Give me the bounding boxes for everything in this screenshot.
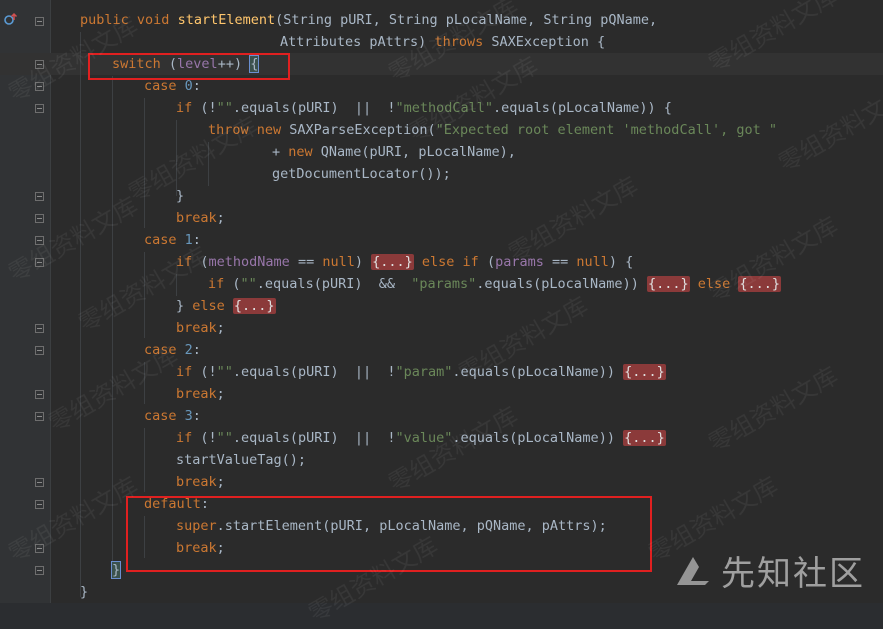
indent-guide <box>144 98 145 228</box>
code-line: getDocumentLocator()); <box>272 166 451 182</box>
brand-text: 先知社区 <box>721 554 865 594</box>
folded-block[interactable]: {...} <box>738 276 782 292</box>
fold-marker-icon[interactable] <box>35 214 44 223</box>
code-line: case 3: <box>144 408 201 424</box>
code-line: break; <box>176 320 225 336</box>
code-line: if (!"".equals(pURI) || !"param".equals(… <box>176 364 666 380</box>
code-line: if (!"".equals(pURI) || !"methodCall".eq… <box>176 100 672 116</box>
folded-block[interactable]: {...} <box>371 254 414 270</box>
indent-guide <box>208 142 209 186</box>
fold-marker-icon[interactable] <box>35 544 44 553</box>
fold-marker-icon[interactable] <box>35 104 44 113</box>
folded-block[interactable]: {...} <box>623 430 666 446</box>
indent-guide <box>176 274 177 296</box>
highlight-box-switch <box>88 53 290 80</box>
fold-marker-icon[interactable] <box>35 478 44 487</box>
fold-marker-icon[interactable] <box>35 324 44 333</box>
fold-marker-icon[interactable] <box>35 82 44 91</box>
indent-guide <box>80 32 81 597</box>
code-line: if ("".equals(pURI) && "params".equals(p… <box>208 276 782 292</box>
code-line: if (!"".equals(pURI) || !"value".equals(… <box>176 430 666 446</box>
code-line: break; <box>176 386 225 402</box>
indent-guide <box>144 362 145 404</box>
code-line: public void startElement(String pURI, St… <box>80 12 658 28</box>
code-line: break; <box>176 210 225 226</box>
fold-marker-icon[interactable] <box>35 390 44 399</box>
folded-block[interactable]: {...} <box>232 298 276 314</box>
fold-marker-icon[interactable] <box>35 412 44 421</box>
fold-marker-icon[interactable] <box>35 500 44 509</box>
brand-logo-icon <box>677 556 709 585</box>
brand-watermark: 先知社区 <box>673 546 865 595</box>
code-line: + new QName(pURI, pLocalName), <box>272 144 516 160</box>
indent-guide <box>112 76 113 566</box>
code-line: throw new SAXParseException("Expected ro… <box>208 122 777 138</box>
code-line: case 1: <box>144 232 201 248</box>
indent-guide <box>144 252 145 338</box>
code-line: } else {...} <box>176 298 276 314</box>
code-line: } <box>80 584 89 600</box>
code-line: break; <box>176 474 225 490</box>
folded-block[interactable]: {...} <box>646 276 690 292</box>
highlight-box-default <box>126 496 652 572</box>
fold-marker-icon[interactable] <box>35 236 44 245</box>
code-line: case 2: <box>144 342 201 358</box>
fold-marker-icon[interactable] <box>35 258 44 267</box>
fold-marker-icon[interactable] <box>35 566 44 575</box>
fold-marker-icon[interactable] <box>35 60 44 69</box>
fold-marker-icon[interactable] <box>35 17 44 26</box>
code-line: if (methodName == null) {...} else if (p… <box>176 254 634 270</box>
folded-block[interactable]: {...} <box>623 364 666 380</box>
fold-marker-icon[interactable] <box>35 346 44 355</box>
indent-guide <box>144 428 145 492</box>
code-line: } <box>110 561 122 579</box>
code-line: Attributes pAttrs) throws SAXException { <box>280 34 606 50</box>
code-line: startValueTag(); <box>176 452 307 468</box>
fold-marker-icon[interactable] <box>35 192 44 201</box>
override-method-icon[interactable] <box>4 12 18 26</box>
code-line: } <box>176 188 185 204</box>
